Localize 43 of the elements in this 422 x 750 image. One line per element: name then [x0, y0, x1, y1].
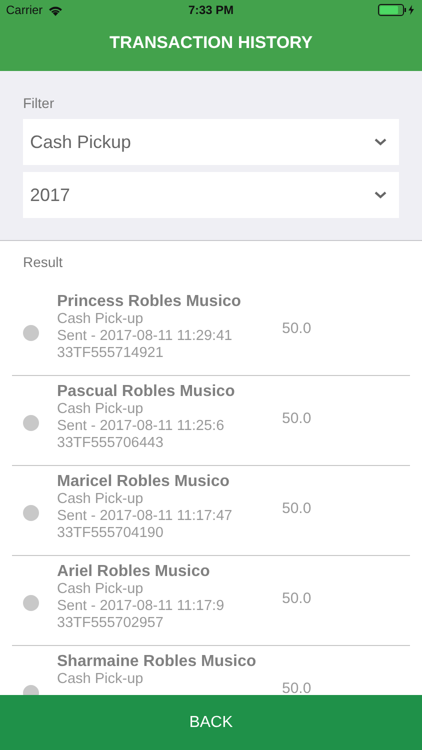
- reference-number: 33TF555704190: [57, 525, 164, 542]
- transaction-type: Cash Pick-up: [57, 671, 144, 688]
- recipient-name: Princess Robles Musico: [57, 292, 242, 311]
- sent-date: Sent - 2017-08-11 11:25:6: [57, 418, 226, 435]
- amount: 50.0: [282, 591, 312, 606]
- recipient-name: Pascual Robles Musico: [57, 382, 236, 401]
- carrier-label: Carrier: [6, 3, 43, 17]
- transaction-type: Cash Pick-up: [57, 491, 144, 508]
- transaction-row[interactable]: Pascual Robles Musico Cash Pick-up Sent - 2017-08-11 11:25:6 33TF555706443 50.0: [12, 376, 410, 466]
- status-dot-icon: [23, 414, 39, 430]
- wifi-icon: [48, 4, 63, 16]
- battery-icon: [378, 4, 416, 16]
- recipient-name: Maricel Robles Musico: [57, 472, 230, 491]
- status-dot-icon: [23, 324, 39, 340]
- screen-title: TRANSACTION HISTORY: [109, 32, 313, 52]
- transaction-type: Cash Pick-up: [57, 311, 144, 328]
- recipient-name: Sharmaine Robles Musico: [57, 652, 258, 671]
- chevron-down-icon: [374, 138, 387, 146]
- sent-date: Sent - 2017-08-11 11:17:47: [57, 508, 234, 525]
- sent-date: Sent - 2017-08-11 11:29:41: [57, 328, 234, 345]
- result-label: Result: [22, 254, 64, 270]
- back-button[interactable]: BACK: [0, 695, 422, 750]
- status-dot-icon: [23, 504, 39, 520]
- amount: 50.0: [282, 681, 312, 695]
- status-dot-icon: [23, 594, 39, 610]
- reference-number: 33TF555706443: [57, 435, 164, 452]
- amount: 50.0: [282, 501, 312, 516]
- chevron-down-icon: [374, 191, 387, 199]
- dropdown-field[interactable]: Cash Pickup: [23, 119, 399, 165]
- sent-date: Sent - 2017-08-11 11:17:9: [57, 598, 226, 615]
- transaction-type: Cash Pick-up: [57, 581, 144, 598]
- transaction-row[interactable]: Maricel Robles Musico Cash Pick-up Sent - 2017-08-11 11:17:47 33TF555704190 50.0: [12, 466, 410, 556]
- recipient-name: Ariel Robles Musico: [57, 562, 211, 581]
- dropdown-field[interactable]: 2017: [23, 172, 399, 218]
- reference-number: 33TF555714921: [57, 345, 164, 362]
- amount: 50.0: [282, 411, 312, 426]
- transaction-type: Cash Pick-up: [57, 401, 144, 418]
- amount: 50.0: [282, 321, 312, 336]
- transaction-row[interactable]: Ariel Robles Musico Cash Pick-up Sent - 2017-08-11 11:17:9 33TF555702957 50.0: [12, 556, 410, 646]
- filter-label: Filter: [23, 95, 56, 111]
- transaction-row[interactable]: Princess Robles Musico Cash Pick-up Sent - 2017-08-11 11:29:41 33TF555714921 50.0: [12, 286, 410, 376]
- reference-number: 33TF555702957: [57, 615, 164, 632]
- clock-time: 7:33 PM: [188, 3, 234, 17]
